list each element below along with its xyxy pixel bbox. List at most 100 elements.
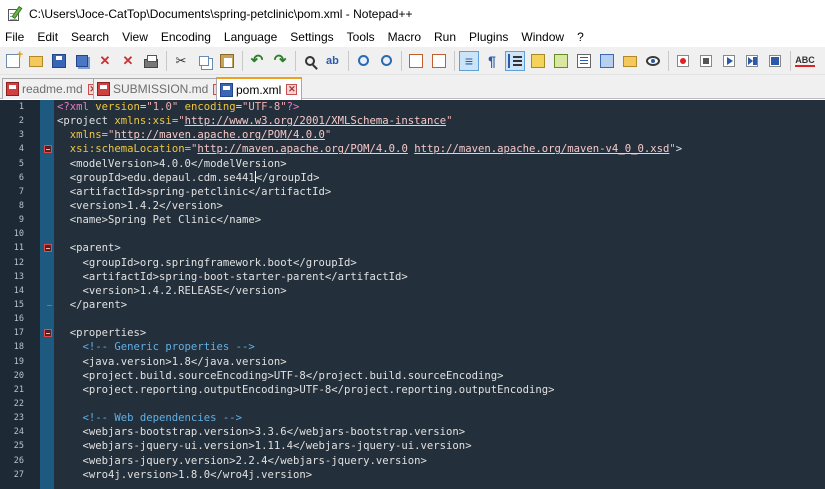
menu-bar: File Edit Search View Encoding Language … <box>0 27 825 47</box>
code-line: 14 <version>1.4.2.RELEASE</version> <box>0 284 825 298</box>
menu-encoding[interactable]: Encoding <box>155 27 218 47</box>
user-language-icon <box>531 53 545 68</box>
save-macro-button[interactable] <box>765 51 785 71</box>
save-macro-icon <box>769 54 781 67</box>
zoom-in-button[interactable] <box>353 51 373 71</box>
toolbar-separator <box>242 50 243 71</box>
maven-xsd-link[interactable]: http://maven.apache.org/maven-v4_0_0.xsd <box>414 143 669 155</box>
menu-window[interactable]: Window <box>515 27 571 47</box>
open-folder-icon <box>29 56 43 67</box>
play-icon <box>723 54 735 67</box>
stop-icon <box>700 54 712 67</box>
folder-as-workspace-button[interactable] <box>620 51 640 71</box>
replace-button[interactable]: ab <box>323 51 343 71</box>
monitoring-button[interactable] <box>643 51 663 71</box>
menu-macro[interactable]: Macro <box>382 27 428 47</box>
toolbar: ✕ ✕ ✂ ↶ ↷ ab ≡ ¶ ABC <box>0 47 825 75</box>
menu-view[interactable]: View <box>116 27 155 47</box>
file-icon <box>220 82 233 97</box>
cut-button[interactable]: ✂ <box>171 51 191 71</box>
pom-namespace-link[interactable]: http://maven.apache.org/POM/4.0.0 <box>197 143 407 155</box>
code-line: 12 <groupId>org.springframework.boot</gr… <box>0 256 825 270</box>
code-line: 23 <!-- Web dependencies --> <box>0 411 825 425</box>
line-number: 7 <box>18 186 24 197</box>
playback-macro-button[interactable] <box>719 51 739 71</box>
zoom-out-button[interactable] <box>376 51 396 71</box>
tab-submission[interactable]: SUBMISSION.md ✕ <box>93 78 230 99</box>
sync-horizontal-button[interactable] <box>429 51 449 71</box>
spell-check-button[interactable]: ABC <box>795 51 815 71</box>
folder-workspace-icon <box>623 56 637 67</box>
undo-button[interactable]: ↶ <box>247 51 267 71</box>
save-all-button[interactable] <box>72 51 92 71</box>
function-list-button[interactable] <box>574 51 594 71</box>
fold-collapse-icon[interactable] <box>44 329 52 338</box>
line-number: 16 <box>13 314 24 325</box>
redo-button[interactable]: ↷ <box>270 51 290 71</box>
code-line: 6 <groupId>edu.depaul.cdm.se441</groupId… <box>0 170 825 185</box>
line-number: 17 <box>13 328 24 339</box>
paste-button[interactable] <box>217 51 237 71</box>
code-line: 18 <!-- Generic properties --> <box>0 340 825 354</box>
tab-label: readme.md <box>22 82 83 96</box>
code-editor[interactable]: 1 <?xml version="1.0" encoding="UTF-8"?>… <box>0 100 825 489</box>
pom-namespace-link[interactable]: http://maven.apache.org/POM/4.0.0 <box>114 129 324 141</box>
word-wrap-button[interactable]: ≡ <box>459 50 479 71</box>
toolbar-separator <box>668 50 669 71</box>
file-icon <box>97 82 110 96</box>
zoom-in-icon <box>357 55 369 66</box>
line-number: 4 <box>18 144 24 155</box>
menu-settings[interactable]: Settings <box>284 27 340 47</box>
line-number: 27 <box>13 469 24 480</box>
tab-readme[interactable]: readme.md ✕ <box>2 78 104 99</box>
sync-vertical-button[interactable] <box>406 51 426 71</box>
document-list-button[interactable] <box>597 51 617 71</box>
user-defined-language-button[interactable] <box>528 51 548 71</box>
document-map-icon <box>554 53 568 68</box>
tab-label: SUBMISSION.md <box>113 82 209 96</box>
word-wrap-icon: ≡ <box>464 52 474 69</box>
close-all-icon: ✕ <box>122 52 134 68</box>
menu-run[interactable]: Run <box>428 27 463 47</box>
zoom-out-icon <box>380 55 392 66</box>
line-number: 15 <box>13 299 24 310</box>
save-button[interactable] <box>49 51 69 71</box>
document-map-button[interactable] <box>551 51 571 71</box>
notepadpp-icon[interactable] <box>7 5 23 22</box>
indent-guide-button[interactable] <box>505 50 525 71</box>
fold-collapse-icon[interactable] <box>44 145 52 154</box>
menu-search[interactable]: Search <box>65 27 116 47</box>
menu-file[interactable]: File <box>0 27 31 47</box>
line-number: 8 <box>18 200 24 211</box>
print-button[interactable] <box>141 51 161 71</box>
title-bar[interactable]: C:\Users\Joce-CatTop\Documents\spring-pe… <box>0 0 825 27</box>
line-number: 13 <box>13 271 24 282</box>
record-macro-button[interactable] <box>673 51 693 71</box>
menu-help[interactable]: ? <box>571 27 591 47</box>
fold-collapse-icon[interactable] <box>44 244 52 253</box>
stop-recording-button[interactable] <box>696 51 716 71</box>
function-list-icon <box>577 53 591 68</box>
xsi-namespace-link[interactable]: http://www.w3.org/2001/XMLSchema-instanc… <box>185 115 447 127</box>
line-number: 24 <box>13 427 24 438</box>
copy-button[interactable] <box>194 51 214 71</box>
menu-tools[interactable]: Tools <box>341 27 382 47</box>
new-file-button[interactable] <box>3 49 23 71</box>
close-button[interactable]: ✕ <box>95 51 115 71</box>
line-number: 25 <box>13 441 24 452</box>
tab-pom-xml[interactable]: pom.xml ✕ <box>216 77 303 100</box>
show-all-characters-button[interactable]: ¶ <box>482 51 502 71</box>
menu-plugins[interactable]: Plugins <box>463 27 515 47</box>
menu-edit[interactable]: Edit <box>31 27 65 47</box>
code-line: 24 <webjars-bootstrap.version>3.3.6</web… <box>0 425 825 439</box>
find-button[interactable] <box>300 51 320 71</box>
code-line: 20 <project.build.sourceEncoding>UTF-8</… <box>0 369 825 383</box>
paste-icon <box>220 53 234 68</box>
close-all-button[interactable]: ✕ <box>118 51 138 71</box>
close-tab-icon[interactable]: ✕ <box>286 84 298 95</box>
open-file-button[interactable] <box>26 51 46 71</box>
menu-language[interactable]: Language <box>218 27 284 47</box>
run-macro-multiple-button[interactable] <box>742 51 762 71</box>
line-number: 22 <box>13 398 24 409</box>
line-number: 5 <box>18 158 24 169</box>
